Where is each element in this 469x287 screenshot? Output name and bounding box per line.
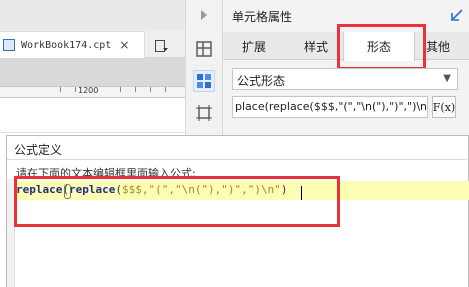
cell-grid-icon[interactable]	[193, 38, 215, 60]
cell-attributes-icon[interactable]	[193, 70, 215, 92]
close-icon[interactable]: ×	[119, 38, 129, 52]
top-toolbar	[0, 0, 185, 30]
expand-arrow-icon[interactable]	[450, 8, 464, 26]
form-type-value: 公式形态	[237, 74, 286, 88]
document-tab-label: WorkBook174.cpt	[21, 39, 112, 51]
collapse-arrow-icon[interactable]	[199, 9, 211, 21]
dialog-divider	[7, 159, 469, 160]
document-tab[interactable]: WorkBook174.cpt ×	[0, 31, 145, 58]
tab-menu-icon[interactable]	[152, 36, 172, 56]
frame-icon[interactable]	[193, 102, 215, 124]
tab-style[interactable]: 样式	[290, 32, 342, 60]
editor-highlight-box	[14, 176, 340, 227]
chevron-down-icon: ▼	[443, 73, 451, 84]
dialog-title: 公式定义	[14, 143, 63, 157]
tab-expand[interactable]: 扩展	[228, 32, 280, 60]
form-type-select[interactable]: 公式形态 ▼	[232, 68, 458, 90]
tab-highlight-box	[337, 24, 426, 70]
formula-field[interactable]: place(replace($$$,"(","\n("),")",")\n")	[232, 96, 428, 118]
workbook-icon	[3, 39, 15, 51]
sheet-area	[0, 98, 185, 133]
formula-editor-button[interactable]: F(x)	[432, 96, 456, 118]
panel-title: 单元格属性	[232, 10, 293, 24]
canvas-background	[0, 58, 185, 86]
ruler-label: 1200	[78, 86, 99, 95]
